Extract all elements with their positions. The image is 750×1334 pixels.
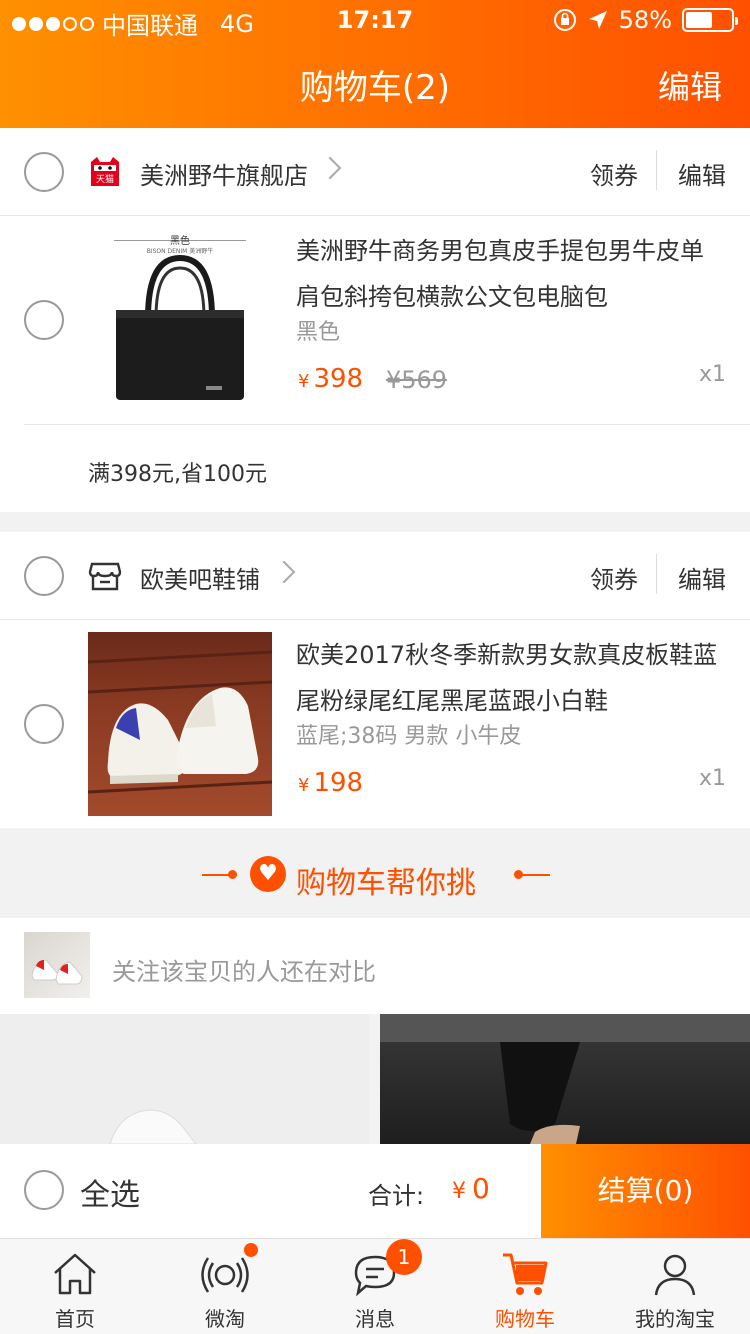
tab-label: 购物车 [495,1307,555,1331]
product-price: ¥398 [298,364,363,394]
shop-edit-button[interactable]: 编辑 [678,156,726,191]
coupon-button[interactable]: 领券 [590,156,638,191]
price-value: 198 [313,768,364,798]
cart-helper-banner: ♥ 购物车帮你挑 [0,828,750,918]
shop-header: 欧美吧鞋铺 领券 编辑 [0,532,750,620]
item-select-radio[interactable] [24,300,64,340]
store-icon [88,562,122,591]
coupon-button[interactable]: 领券 [590,560,638,595]
tmall-badge-text: 天猫 [96,173,114,185]
tab-label: 我的淘宝 [635,1307,715,1331]
product-title[interactable]: 欧美2017秋冬季新款男女款真皮板鞋蓝尾粉绿尾红尾黑尾蓝跟小白鞋 [296,632,726,724]
divider [656,554,657,594]
compare-text: 关注该宝贝的人还在对比 [112,958,376,986]
unread-badge: 1 [386,1239,422,1275]
helper-title: 购物车帮你挑 [296,866,476,901]
tab-messages[interactable]: 1 消息 [300,1239,450,1334]
battery-icon [682,8,738,32]
shop-edit-button[interactable]: 编辑 [678,560,726,595]
currency-symbol: ¥ [298,371,310,392]
tmall-logo-icon: 天猫 [91,157,119,186]
recommended-product-card[interactable] [380,1014,750,1144]
header-edit-button[interactable]: 编辑 [658,62,722,108]
user-icon [654,1254,696,1296]
promo-text: 满398元,省100元 [88,462,267,487]
row-divider [24,424,750,425]
top-header: 中国联通 4G 17:17 58% 购物车(2) 编辑 [0,0,750,128]
select-all-radio[interactable] [24,1170,64,1210]
bag-image [116,254,244,400]
compare-row[interactable]: 关注该宝贝的人还在对比 [0,918,750,1014]
shop-card-2: 欧美吧鞋铺 领券 编辑 欧美2017秋冬季新款男女款真皮板鞋蓝尾粉绿尾红尾黑尾蓝… [0,532,750,828]
cart-icon [503,1253,548,1295]
sneaker-image [88,650,272,794]
decor-line [518,874,550,876]
shop-card-1: 天猫 美洲野牛旗舰店 领券 编辑 黑色 BISON DENIM 美洲野牛 美洲野… [0,128,750,512]
product-sku[interactable]: 蓝尾;38码 男款 小牛皮 [296,718,521,750]
shop-select-radio[interactable] [24,556,64,596]
product-quantity: x1 [698,362,726,387]
tab-home[interactable]: 首页 [0,1239,150,1334]
broadcast-icon [201,1257,249,1293]
compare-thumbnail [24,932,90,998]
original-price: ¥569 [386,366,448,394]
shop-header: 天猫 美洲野牛旗舰店 领券 编辑 [0,128,750,216]
total-currency: ¥ [452,1179,466,1204]
decor-dot [228,870,237,879]
product-quantity: x1 [698,766,726,791]
rotation-lock-icon [553,9,576,31]
shop-select-radio[interactable] [24,152,64,192]
chevron-right-icon[interactable] [318,156,342,180]
battery-fill [686,12,712,28]
product-title[interactable]: 美洲野牛商务男包真皮手提包男牛皮单肩包斜挎包横款公文包电脑包 [296,228,726,320]
tab-label: 微淘 [205,1307,245,1331]
select-all-label[interactable]: 全选 [80,1170,140,1214]
tab-cart[interactable]: 购物车 [450,1239,600,1334]
item-select-radio[interactable] [24,704,64,744]
total-label: 合计: [368,1182,425,1210]
status-bar: 中国联通 4G 17:17 58% [0,0,750,40]
product-image[interactable]: 黑色 BISON DENIM 美洲野牛 [88,230,272,414]
product-price: ¥198 [298,768,363,798]
heart-icon: ♥ [250,856,286,892]
tab-weitao[interactable]: 微淘 [150,1239,300,1334]
shop-name[interactable]: 欧美吧鞋铺 [140,560,260,595]
location-arrow-icon [588,11,607,29]
total-amount: ¥0 [452,1172,490,1205]
total-value: 0 [472,1172,490,1205]
shop-name[interactable]: 美洲野牛旗舰店 [140,156,308,191]
product-sku[interactable]: 黑色 [296,314,340,346]
price-value: 398 [313,364,364,394]
currency-symbol: ¥ [298,775,310,796]
product-image[interactable] [88,632,272,816]
battery-percent: 58% [618,6,672,34]
page-title: 购物车(2) [299,68,451,108]
checkout-bar: 全选 合计: ¥0 结算(0) [0,1144,750,1238]
tab-bar: 首页 微淘 1 消息 购物车 我的淘宝 [0,1238,750,1334]
chevron-right-icon[interactable] [272,560,296,584]
notification-dot [244,1243,258,1257]
tab-my-taobao[interactable]: 我的淘宝 [600,1239,750,1334]
recommended-image [109,1109,198,1145]
sneaker-thumb-icon [31,959,83,985]
tab-label: 首页 [55,1307,95,1331]
recommended-image [380,1014,750,1144]
divider [656,150,657,190]
checkout-button[interactable]: 结算(0) [541,1144,750,1238]
recommended-product-card[interactable] [0,1014,370,1145]
tab-label: 消息 [355,1307,395,1331]
home-icon [54,1253,96,1295]
